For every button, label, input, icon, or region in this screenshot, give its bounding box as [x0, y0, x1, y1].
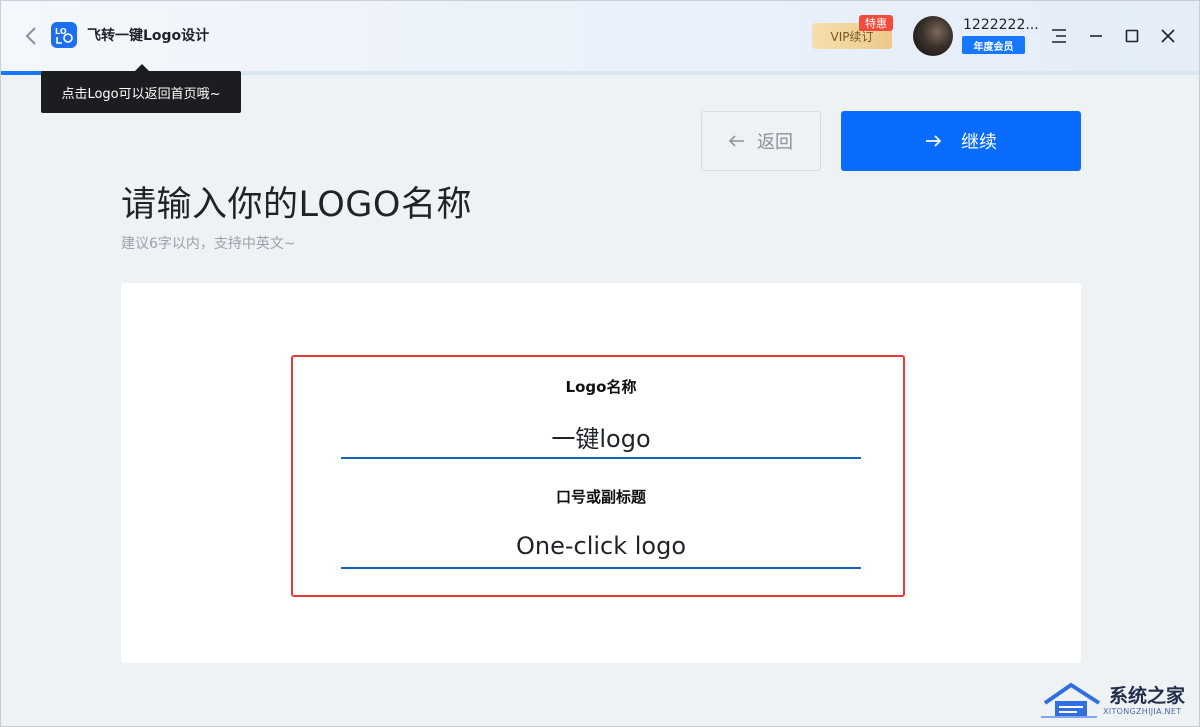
back-button[interactable]: 返回 — [701, 111, 821, 171]
page-subtitle: 建议6字以内，支持中英文~ — [121, 236, 296, 252]
continue-button[interactable]: 继续 — [841, 111, 1081, 171]
app-window: LO 飞转一键Logo设计 VIP续订 特惠 1222222... 年度会员 点… — [0, 0, 1200, 727]
watermark: 系统之家 XITONGZHIJIA.NET — [1041, 677, 1191, 723]
house-logo-icon — [1041, 682, 1101, 718]
close-icon[interactable] — [1156, 24, 1180, 48]
slogan-label: 口号或副标题 — [555, 488, 646, 506]
username[interactable]: 1222222... — [963, 17, 1039, 33]
menu-icon[interactable] — [1047, 24, 1071, 48]
logo-name-label: Logo名称 — [565, 378, 637, 396]
continue-button-label: 继续 — [961, 132, 997, 153]
slogan-input[interactable] — [341, 525, 861, 569]
title-bar: LO 飞转一键Logo设计 VIP续订 特惠 1222222... 年度会员 — [1, 1, 1199, 71]
arrow-right-icon — [926, 135, 941, 147]
arrow-left-icon — [729, 135, 744, 147]
maximize-icon[interactable] — [1120, 24, 1144, 48]
watermark-text: 系统之家 — [1109, 685, 1186, 707]
avatar[interactable] — [913, 16, 953, 56]
member-badge: 年度会员 — [962, 36, 1025, 54]
app-title[interactable]: 飞转一键Logo设计 — [87, 25, 209, 45]
back-button-label: 返回 — [757, 132, 793, 153]
logo-name-input[interactable] — [341, 415, 861, 459]
vip-discount-badge: 特惠 — [859, 15, 893, 31]
app-logo-icon[interactable]: LO — [51, 22, 77, 48]
page-title: 请输入你的LOGO名称 — [121, 185, 472, 225]
watermark-subtext: XITONGZHIJIA.NET — [1103, 707, 1182, 716]
logo-tooltip: 点击Logo可以返回首页哦~ — [41, 64, 241, 113]
back-chevron-icon[interactable] — [19, 23, 43, 49]
minimize-icon[interactable] — [1084, 24, 1108, 48]
